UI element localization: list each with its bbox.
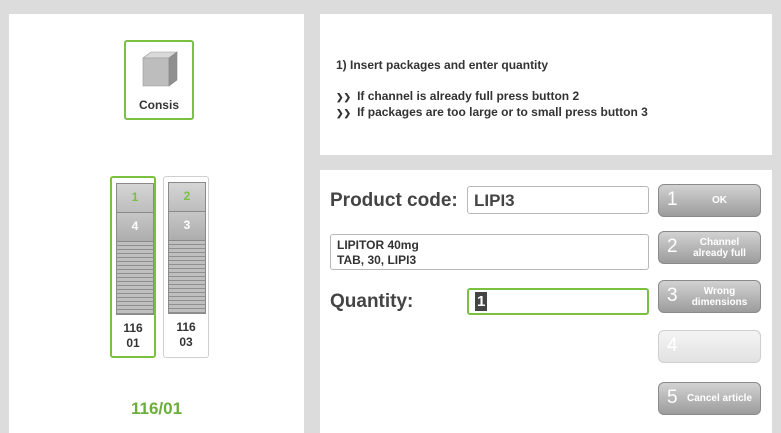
product-code-label: Product code: [330,190,458,211]
channel-card-1[interactable]: 1 4 116 01 [110,176,156,358]
quantity-label: Quantity: [330,291,414,312]
product-code-field[interactable]: LIPI3 [467,186,649,214]
channel-mid-number: 3 [183,218,191,232]
cancel-article-button[interactable]: 5 Cancel article [658,382,761,415]
bullet-arrow-icon: ❯❯ [336,92,352,102]
channel-full-button[interactable]: 2 Channel already full [658,231,761,264]
machine-label: Consis [138,98,179,112]
channel-id: 116 03 [176,320,196,349]
product-description-field: LIPITOR 40mg TAB, 30, LIPI3 [330,234,649,270]
instruction-bullet: ❯❯ If channel is already full press butto… [336,89,580,103]
instruction-bullet: ❯❯ If packages are too large or to small … [336,105,648,119]
selected-channel-label: 116/01 [130,399,183,418]
channel-top-number: 2 [183,189,191,203]
instruction-title: 1) Insert packages and enter quantity [336,58,549,72]
entry-panel: Product code: LIPI3 LIPITOR 40mg TAB, 30… [320,170,772,433]
ok-button[interactable]: 1 OK [658,184,761,217]
channel-card-2[interactable]: 2 3 116 03 [163,176,209,358]
channel-mid-number: 4 [131,219,139,233]
bullet-arrow-icon: ❯❯ [336,108,352,118]
channel-panel: Consis 1 4 116 01 2 3 116 03 116/01 [9,14,304,433]
quantity-input[interactable]: 1 [467,288,649,315]
instructions-panel: 1) Insert packages and enter quantity ❯❯… [320,14,772,155]
consis-machine-button[interactable]: Consis [124,40,194,120]
machine-cube-icon [142,51,178,87]
wrong-dimensions-button[interactable]: 3 Wrong dimensions [658,280,761,313]
channel-rack: 1 4 [116,183,154,315]
button-4-disabled[interactable]: 4 [658,330,761,363]
channel-top-number: 1 [131,190,139,204]
channel-rack: 2 3 [168,182,206,314]
channel-id: 116 01 [123,321,143,350]
